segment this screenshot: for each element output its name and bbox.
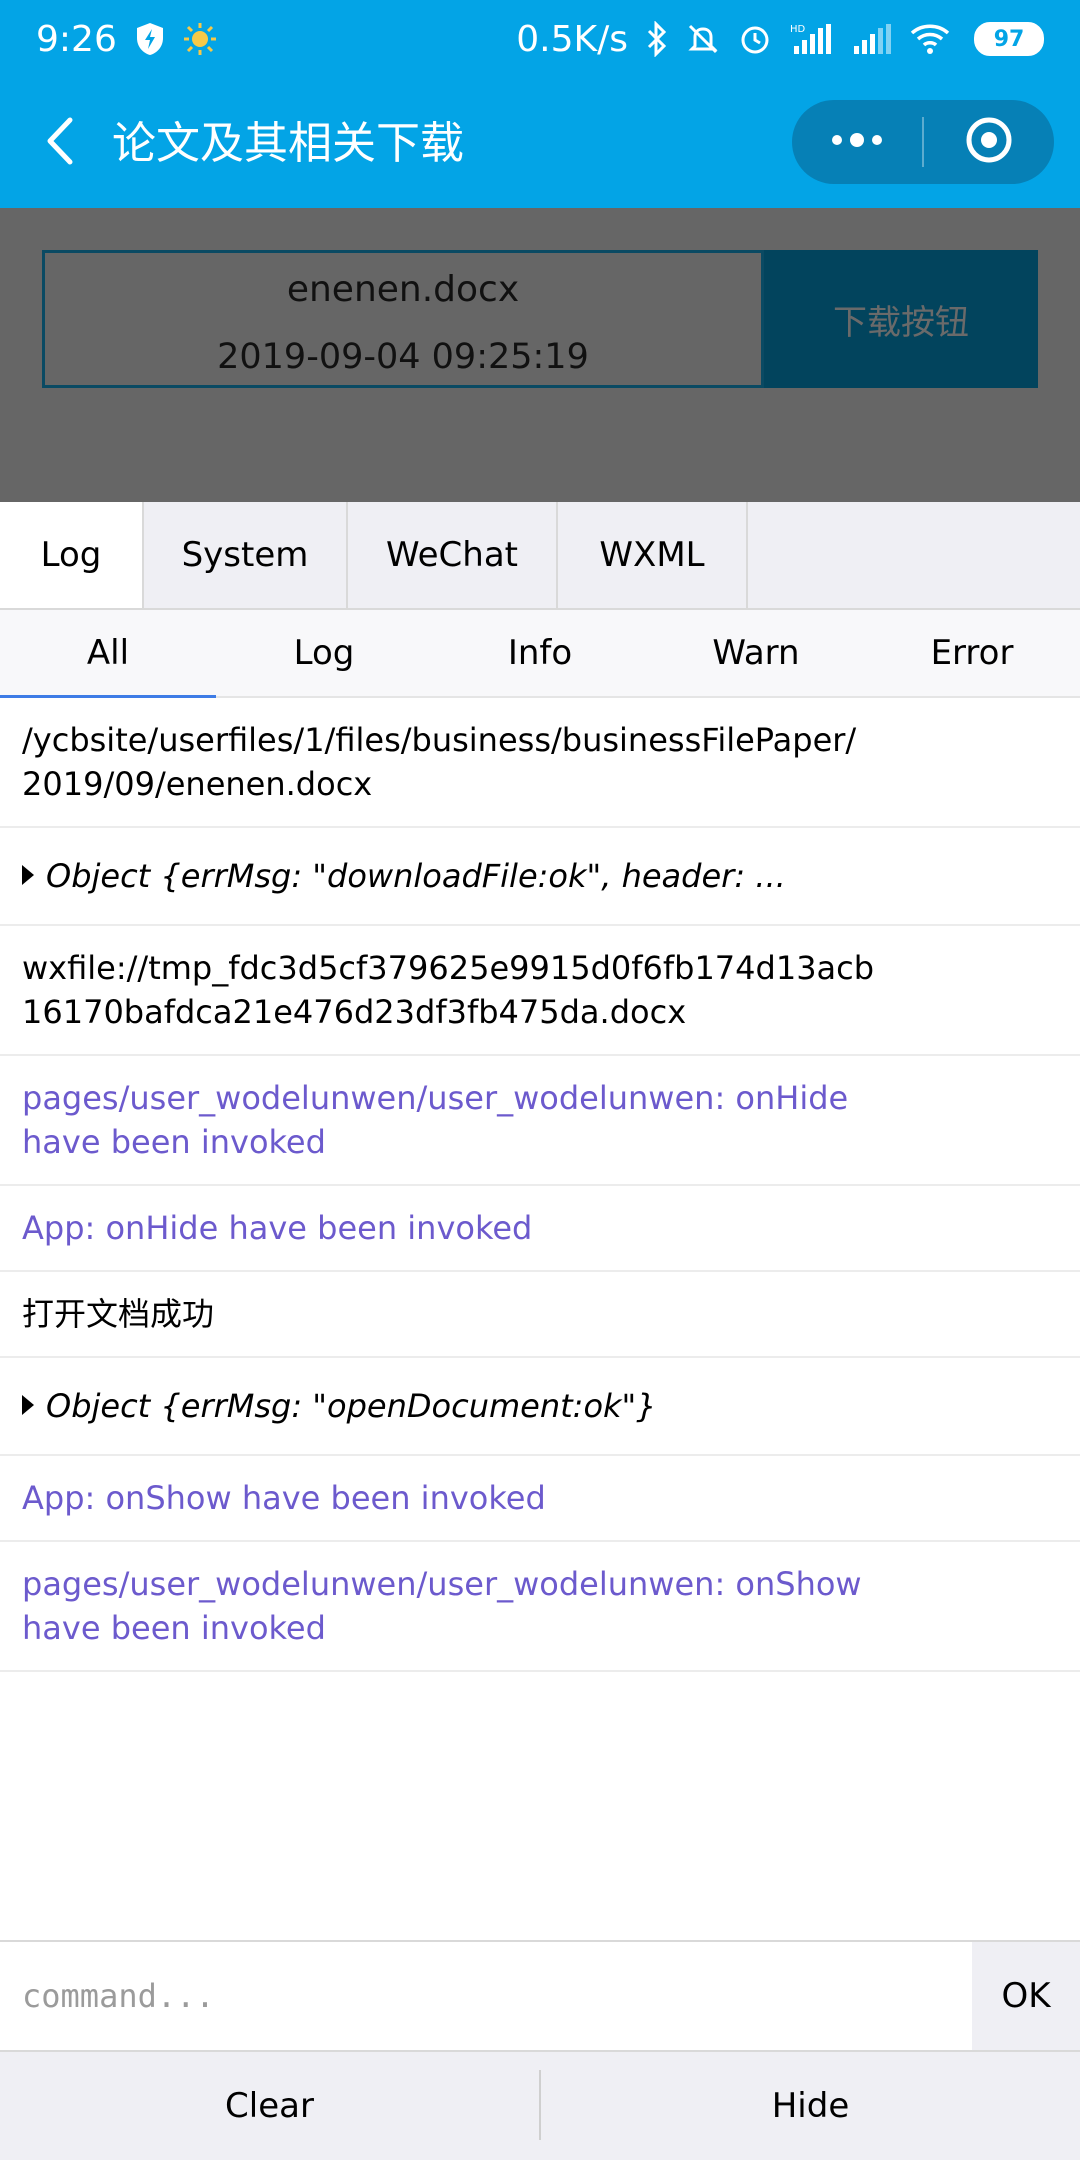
wifi-icon: [910, 23, 950, 55]
shield-flash-icon: [135, 22, 165, 56]
hd-signal-icon: HD: [790, 22, 834, 56]
back-button[interactable]: [30, 113, 90, 173]
tab-wechat[interactable]: WeChat: [348, 502, 558, 608]
console-toolbar: Clear Hide: [0, 2050, 1080, 2160]
log-item-info: App: onShow have been invoked: [0, 1456, 1080, 1542]
menu-capsule: [792, 100, 1054, 184]
target-icon: [964, 115, 1014, 169]
log-item: /ycbsite/userfiles/1/files/business/busi…: [0, 698, 1080, 828]
file-time: 2019-09-04 09:25:19: [217, 337, 589, 377]
log-item-info: pages/user_wodelunwen/user_wodelunwen: o…: [0, 1056, 1080, 1186]
nav-bar: 论文及其相关下载: [0, 78, 1080, 208]
signal-icon: [852, 22, 892, 56]
vconsole-panel: Log System WeChat WXML All Log Info Warn…: [0, 502, 1080, 2160]
log-text: App: onShow have been invoked: [22, 1479, 546, 1517]
filter-info[interactable]: Info: [432, 610, 648, 696]
log-item-object[interactable]: Object {errMsg: "downloadFile:ok", heade…: [0, 828, 1080, 926]
log-item: 打开文档成功: [0, 1272, 1080, 1358]
back-arrow-icon: [44, 116, 76, 170]
battery-level: 97: [993, 26, 1025, 52]
log-item: wxfile://tmp_fdc3d5cf379625e9915d0f6fb17…: [0, 926, 1080, 1056]
filter-warn[interactable]: Warn: [648, 610, 864, 696]
log-text: Object {errMsg: "downloadFile:ok", heade…: [46, 857, 786, 895]
log-text: wxfile://tmp_fdc3d5cf379625e9915d0f6fb17…: [22, 949, 875, 1031]
log-text: App: onHide have been invoked: [22, 1209, 533, 1247]
log-text: 打开文档成功: [22, 1295, 215, 1333]
more-button[interactable]: [792, 100, 922, 184]
log-list: /ycbsite/userfiles/1/files/business/busi…: [0, 698, 1080, 1672]
file-name: enenen.docx: [286, 269, 520, 310]
close-miniprogram-button[interactable]: [924, 100, 1054, 184]
page-title: 论文及其相关下载: [112, 118, 464, 169]
network-speed: 0.5K/s: [516, 18, 628, 60]
command-input[interactable]: [0, 1942, 972, 2050]
filter-error[interactable]: Error: [864, 610, 1080, 696]
svg-text:HD: HD: [790, 24, 806, 35]
log-item-info: pages/user_wodelunwen/user_wodelunwen: o…: [0, 1542, 1080, 1672]
more-dots-icon: [829, 130, 885, 154]
filter-log[interactable]: Log: [216, 610, 432, 696]
log-text: pages/user_wodelunwen/user_wodelunwen: o…: [22, 1565, 862, 1647]
status-time: 9:26: [36, 18, 117, 60]
battery-icon: 97: [974, 22, 1044, 56]
ok-button[interactable]: OK: [972, 1942, 1080, 2050]
hide-button[interactable]: Hide: [541, 2052, 1080, 2160]
file-card[interactable]: enenen.docx 2019-09-04 09:25:19: [42, 250, 764, 388]
filter-all[interactable]: All: [0, 610, 216, 698]
sun-icon: [183, 22, 217, 56]
console-tabs: Log System WeChat WXML: [0, 502, 1080, 610]
log-text: Object {errMsg: "openDocument:ok"}: [46, 1387, 657, 1425]
expand-triangle-icon: [22, 865, 34, 885]
bluetooth-icon: [646, 21, 668, 57]
expand-triangle-icon: [22, 1395, 34, 1415]
log-item-info: App: onHide have been invoked: [0, 1186, 1080, 1272]
alarm-icon: [738, 22, 772, 56]
log-item-object[interactable]: Object {errMsg: "openDocument:ok"}: [0, 1358, 1080, 1456]
log-text: pages/user_wodelunwen/user_wodelunwen: o…: [22, 1079, 849, 1161]
bell-off-icon: [686, 22, 720, 56]
tab-log[interactable]: Log: [0, 502, 144, 608]
clear-button[interactable]: Clear: [0, 2052, 539, 2160]
log-filter-tabs: All Log Info Warn Error: [0, 610, 1080, 698]
status-bar: 9:26 0.5K/s HD 97: [0, 0, 1080, 78]
log-text: /ycbsite/userfiles/1/files/business/busi…: [22, 721, 857, 803]
download-button[interactable]: 下载按钮: [764, 250, 1038, 388]
command-bar: OK: [0, 1940, 1080, 2050]
page-content: enenen.docx 2019-09-04 09:25:19 下载按钮: [0, 208, 1080, 502]
tab-system[interactable]: System: [144, 502, 348, 608]
tab-wxml[interactable]: WXML: [558, 502, 748, 608]
